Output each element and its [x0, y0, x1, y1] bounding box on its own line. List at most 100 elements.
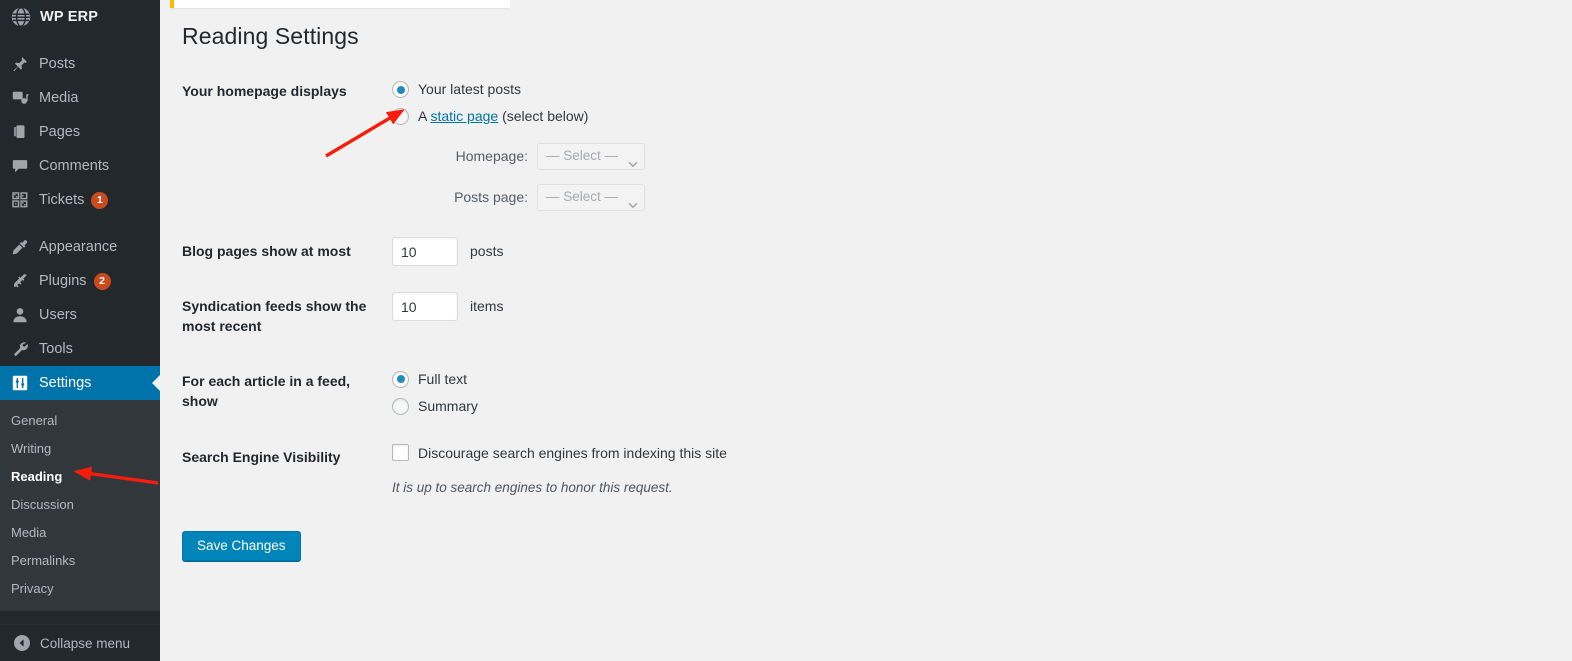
collapse-menu-label: Collapse menu [40, 635, 131, 651]
submit-container: Save Changes [182, 530, 1572, 562]
wperp-sphere-icon [10, 6, 32, 28]
radio-row-static-page[interactable]: A static page (select below) [392, 106, 1132, 127]
row-blog-pages: Blog pages show at most posts [182, 224, 1142, 279]
sidebar-item-appearance[interactable]: Appearance [0, 230, 160, 264]
row-posts-page-select: Posts page: — Select — [392, 184, 1132, 211]
label-search-engine-visibility: Search Engine Visibility [182, 448, 341, 465]
sidebar-item-users[interactable]: Users [0, 298, 160, 332]
cell-feed-article: Full text Summary [392, 354, 1142, 430]
label-homepage-displays: Your homepage displays [182, 83, 347, 99]
row-search-engine-visibility: Search Engine Visibility Discourage sear… [182, 430, 1142, 511]
chevron-left-circle-icon [12, 633, 32, 653]
collapse-menu-button[interactable]: Collapse menu [0, 625, 160, 661]
settings-icon [10, 373, 30, 393]
plug-icon [10, 271, 30, 291]
sidebar-item-settings[interactable]: Settings [0, 366, 160, 400]
sidebar-menu: Posts Media Pages Comments Tickets 1 Appearanc… [0, 47, 160, 400]
radio-row-full-text[interactable]: Full text [392, 369, 1132, 390]
chevron-down-icon [628, 195, 638, 208]
syndication-feeds-input[interactable] [392, 292, 458, 321]
syndication-feeds-suffix: items [470, 298, 504, 314]
sidebar-item-label: Media [39, 90, 79, 106]
radio-summary[interactable] [392, 397, 409, 415]
sidebar-item-label: Settings [39, 375, 92, 391]
admin-notice-truncated [170, 0, 510, 8]
tickets-icon [10, 190, 30, 210]
submenu-item-privacy[interactable]: Privacy [0, 575, 160, 603]
comment-icon [10, 156, 30, 176]
sidebar-item-label: Pages [39, 124, 81, 140]
cell-blog-pages: posts [392, 224, 1142, 279]
submenu-item-reading[interactable]: Reading [0, 463, 160, 491]
sidebar-item-label: Appearance [39, 239, 118, 255]
row-homepage-select: Homepage: — Select — [392, 143, 1132, 170]
radio-label-static-page: A static page (select below) [418, 106, 588, 127]
static-page-text-before: A [418, 108, 431, 124]
static-page-text-after: (select below) [498, 108, 589, 124]
sidebar-item-label: Users [39, 307, 77, 323]
chevron-down-icon [628, 154, 638, 167]
save-changes-button[interactable]: Save Changes [182, 530, 301, 562]
label-syndication-feeds: Syndication feeds show the most recent [182, 298, 367, 335]
radio-static-page[interactable] [392, 108, 409, 125]
static-page-link[interactable]: static page [430, 108, 498, 124]
sidebar-item-label: Tickets [39, 192, 85, 208]
checkbox-row-discourage[interactable]: Discourage search engines from indexing … [392, 443, 1132, 464]
radio-row-summary[interactable]: Summary [392, 396, 1132, 417]
radio-label-summary: Summary [418, 397, 478, 414]
blog-pages-suffix: posts [470, 243, 504, 259]
sidebar-logo[interactable]: WP ERP [0, 0, 160, 34]
submenu-item-media[interactable]: Media [0, 519, 160, 547]
cell-homepage-displays: Your latest posts A static page (select … [392, 64, 1142, 224]
user-icon [10, 305, 30, 325]
media-icon [10, 88, 30, 108]
sidebar-item-posts[interactable]: Posts [0, 47, 160, 81]
wp-admin-screen: WP ERP Posts Media Pages Comments Tickets 1 Ap… [0, 0, 1572, 661]
sidebar-item-media[interactable]: Media [0, 81, 160, 115]
radio-latest-posts[interactable] [392, 81, 409, 98]
submenu-item-discussion[interactable]: Discussion [0, 491, 160, 519]
admin-sidebar: WP ERP Posts Media Pages Comments Tickets 1 Ap… [0, 0, 160, 661]
submenu-item-permalinks[interactable]: Permalinks [0, 547, 160, 575]
submenu-item-general[interactable]: General [0, 407, 160, 435]
sidebar-item-label: Tools [39, 341, 73, 357]
sidebar-item-badge: 2 [93, 272, 111, 290]
sidebar-item-label: Plugins [39, 273, 87, 289]
static-page-selects: Homepage: — Select — Posts page: — Selec… [392, 143, 1132, 211]
homepage-select-value: — Select — [546, 148, 619, 164]
search-visibility-description: It is up to search engines to honor this… [392, 479, 673, 495]
sidebar-item-plugins[interactable]: Plugins 2 [0, 264, 160, 298]
radio-full-text[interactable] [392, 370, 409, 388]
homepage-select[interactable]: — Select — [537, 143, 646, 170]
wrench-icon [10, 339, 30, 359]
blog-pages-input[interactable] [392, 237, 458, 266]
pin-icon [10, 54, 30, 74]
row-homepage-displays: Your homepage displays Your latest posts… [182, 64, 1142, 224]
settings-submenu: General Writing Reading Discussion Media Perm… [0, 400, 160, 611]
radio-label-full-text: Full text [418, 370, 468, 387]
posts-page-select[interactable]: — Select — [537, 184, 646, 211]
label-blog-pages: Blog pages show at most [182, 243, 351, 259]
radio-row-latest-posts[interactable]: Your latest posts [392, 79, 1132, 100]
sidebar-item-label: Posts [39, 56, 76, 72]
row-syndication-feeds: Syndication feeds show the most recent i… [182, 279, 1142, 354]
sidebar-item-tools[interactable]: Tools [0, 332, 160, 366]
radio-label-latest-posts: Your latest posts [418, 81, 521, 97]
label-feed-article: For each article in a feed, show [182, 372, 351, 409]
reading-settings-form: Your homepage displays Your latest posts… [182, 64, 1142, 511]
sidebar-item-pages[interactable]: Pages [0, 115, 160, 149]
sidebar-item-badge: 1 [91, 191, 109, 209]
sidebar-logo-label: WP ERP [40, 9, 99, 25]
label-homepage-select: Homepage: [455, 148, 528, 164]
cell-search-engine-visibility: Discourage search engines from indexing … [392, 430, 1142, 511]
sidebar-item-comments[interactable]: Comments [0, 149, 160, 183]
sidebar-item-tickets[interactable]: Tickets 1 [0, 183, 160, 217]
discourage-search-engines-checkbox[interactable] [392, 443, 409, 461]
brush-icon [10, 237, 30, 257]
sidebar-item-label: Comments [39, 158, 110, 174]
collapse-menu-container: Collapse menu [0, 624, 160, 661]
row-feed-article: For each article in a feed, show Full te… [182, 354, 1142, 430]
submenu-item-writing[interactable]: Writing [0, 435, 160, 463]
